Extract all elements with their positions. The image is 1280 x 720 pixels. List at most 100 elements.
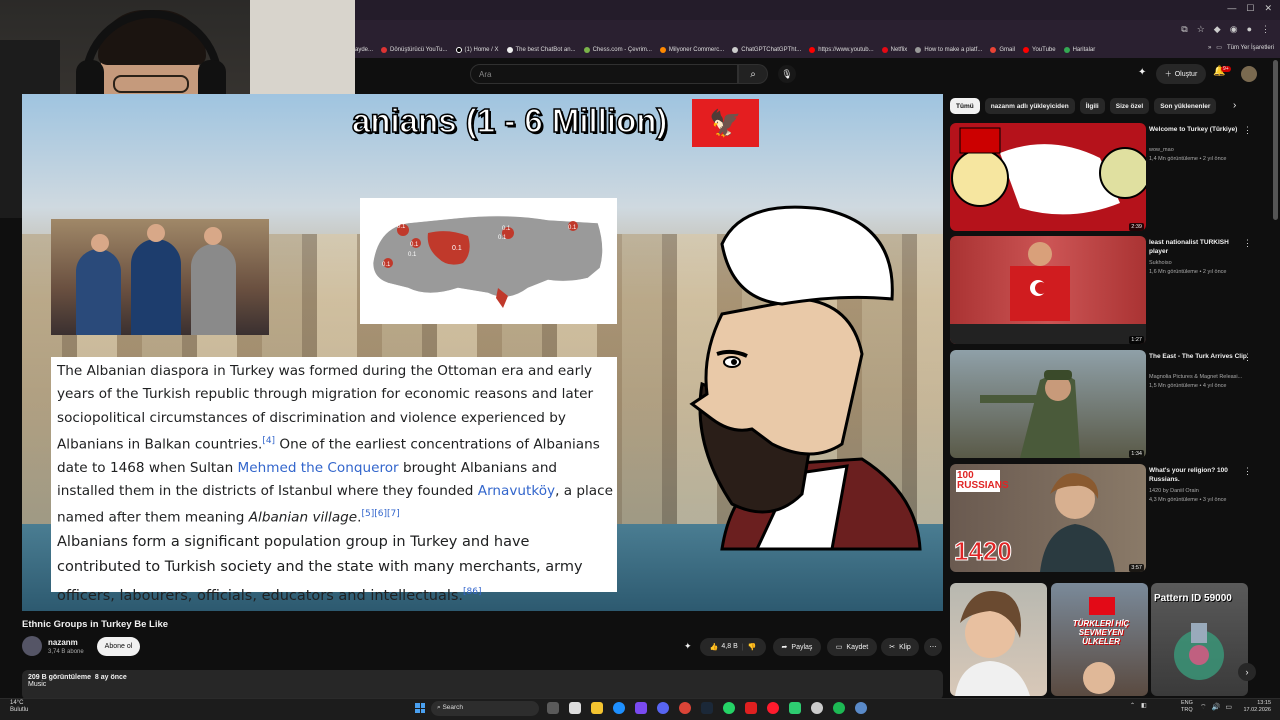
recommendation-title[interactable]: What's your religion? 100 Russians.	[1149, 466, 1249, 484]
spotify-icon[interactable]	[833, 702, 845, 714]
bookmark-item[interactable]: Milyoner Commerc...	[659, 47, 724, 53]
chip-for-you[interactable]: Size özel	[1109, 98, 1150, 114]
minimize-icon[interactable]: —	[1227, 3, 1236, 14]
more-options-icon[interactable]: ⋮	[1243, 238, 1252, 249]
maximize-icon[interactable]: ☐	[1246, 3, 1254, 14]
app-icon[interactable]	[745, 702, 757, 714]
bookmark-item[interactable]: Gmail	[990, 47, 1015, 53]
ai-sparkle-icon[interactable]: ✦	[684, 641, 692, 652]
voice-search-button[interactable]: 🎙	[778, 65, 796, 83]
recommendation-channel[interactable]: Magnolia Pictures & Magnet Releasi...	[1149, 374, 1242, 380]
bookmark-item[interactable]: ayde...	[355, 47, 373, 53]
cast-icon[interactable]: ✦	[1138, 67, 1146, 78]
save-button[interactable]: ▭ Kaydet	[827, 638, 877, 656]
subscribe-button[interactable]: Abone ol	[97, 637, 140, 656]
channel-avatar[interactable]	[22, 636, 42, 656]
whatsapp-icon[interactable]	[723, 702, 735, 714]
more-options-icon[interactable]: ⋮	[1243, 125, 1252, 136]
search-input[interactable]: Ara	[470, 64, 738, 84]
menu-icon[interactable]: ⋮	[1261, 24, 1270, 35]
steam-icon[interactable]	[701, 702, 713, 714]
search-button[interactable]: ⌕	[738, 64, 768, 84]
battery-icon[interactable]: ▭	[1225, 703, 1232, 712]
windows-start-icon[interactable]	[415, 703, 425, 713]
bookmark-item[interactable]: The best ChatBot an...	[506, 47, 576, 53]
taskbar-search[interactable]: ⌕ Search	[431, 701, 539, 716]
task-view-icon[interactable]	[547, 702, 559, 714]
short-thumbnail[interactable]: TÜRKLERİ HİÇ SEVMEYEN ÜLKELER	[1051, 583, 1148, 696]
short-thumbnail[interactable]: Pattern ID 59000	[1151, 583, 1248, 696]
cast-icon[interactable]: ⧉	[1181, 24, 1187, 35]
app-icon[interactable]	[855, 702, 867, 714]
bookmark-item[interactable]: Netflix	[881, 47, 907, 53]
network-icon[interactable]: ⌔	[1200, 703, 1207, 712]
weather-widget[interactable]: 14°C Bulutlu	[10, 700, 28, 714]
recommendation-title[interactable]: Welcome to Turkey (Türkiye)	[1149, 125, 1249, 134]
profile-icon[interactable]: ●	[1247, 24, 1252, 35]
language-indicator[interactable]: ENG TRQ	[1181, 700, 1193, 714]
bookmark-item[interactable]: Dönüştürücü YouTu...	[381, 47, 448, 53]
bookmark-item[interactable]: YouTube	[1023, 47, 1056, 53]
bookmark-item[interactable]: Haritalar	[1063, 47, 1095, 53]
chevron-right-icon[interactable]: ›	[1233, 100, 1236, 111]
app-icon[interactable]	[811, 702, 823, 714]
create-button[interactable]: ＋ Oluştur	[1156, 64, 1206, 84]
chip-recently-uploaded[interactable]: Son yüklenenler	[1154, 98, 1217, 114]
chip-related[interactable]: İlgili	[1079, 98, 1105, 114]
discord-icon[interactable]	[657, 702, 669, 714]
file-explorer-icon[interactable]	[591, 702, 603, 714]
video-thumbnail[interactable]: 1420 100 RUSSIANS 3:57	[950, 464, 1146, 572]
app-tray-icon[interactable]: ◧	[1141, 702, 1147, 709]
recommendation-title[interactable]: least nationalist TURKISH player	[1149, 238, 1249, 256]
bookmarks-more-button[interactable]: »	[1208, 45, 1211, 51]
extension-icon[interactable]: ◆	[1214, 24, 1221, 35]
recommendation-item[interactable]: 1:27 least nationalist TURKISH player Su…	[950, 236, 1270, 346]
share-button[interactable]: ➦ Paylaş	[773, 638, 821, 656]
bookmark-item[interactable]: Chess.com - Çevrim...	[583, 47, 652, 53]
opera-icon[interactable]	[767, 702, 779, 714]
notification-badge: 9+	[1221, 66, 1231, 72]
app-icon[interactable]	[789, 702, 801, 714]
chip-from-uploader[interactable]: nazanm adlı yükleyiciden	[984, 98, 1075, 114]
recommendation-title[interactable]: The East - The Turk Arrives Clip	[1149, 352, 1249, 361]
video-thumbnail[interactable]: 2:39	[950, 123, 1146, 231]
chevron-up-icon[interactable]: ⌃	[1130, 702, 1135, 709]
video-player[interactable]: anians (1 - 6 Million) 🦅 0.1 0.1 0.1 0.1…	[22, 94, 943, 611]
all-bookmarks-button[interactable]: Tüm Yer İşaretleri	[1227, 45, 1274, 51]
recommendation-item[interactable]: 1:34 The East - The Turk Arrives Clip Ma…	[950, 350, 1270, 460]
dislike-button[interactable]: 👎	[748, 643, 757, 651]
recommendation-item[interactable]: 2:39 Welcome to Turkey (Türkiye) wow_mao…	[950, 123, 1270, 233]
short-thumbnail[interactable]	[950, 583, 1047, 696]
recommendation-item[interactable]: 1420 100 RUSSIANS 3:57 What's your relig…	[950, 464, 1270, 574]
clock[interactable]: 13:15 17.02.2026	[1241, 700, 1271, 714]
scrollbar[interactable]	[1273, 60, 1278, 220]
description-box[interactable]: 209 B görüntüleme 8 ay önce Music	[22, 670, 943, 700]
clip-button[interactable]: ✂ Klip	[881, 638, 919, 656]
bookmark-item[interactable]: How to make a platf...	[915, 47, 982, 53]
recommendation-channel[interactable]: wow_mao	[1149, 147, 1174, 153]
more-actions-button[interactable]: ⋯	[924, 638, 942, 656]
bookmark-star-icon[interactable]: ☆	[1197, 24, 1205, 35]
close-icon[interactable]: ✕	[1264, 3, 1272, 14]
video-thumbnail[interactable]: 1:27	[950, 236, 1146, 344]
recommendation-channel[interactable]: Sukhoiso	[1149, 260, 1172, 266]
bookmark-item[interactable]: ChatGPTChatGPTht...	[732, 47, 801, 53]
like-button[interactable]: 👍 4,8 B	[710, 643, 738, 651]
extension-icon[interactable]: ◉	[1230, 24, 1238, 35]
bookmark-item[interactable]: https://www.youtub...	[809, 47, 874, 53]
more-options-icon[interactable]: ⋮	[1243, 352, 1252, 363]
store-icon[interactable]	[635, 702, 647, 714]
more-options-icon[interactable]: ⋮	[1243, 466, 1252, 477]
edge-icon[interactable]	[613, 702, 625, 714]
file-icon[interactable]	[569, 702, 581, 714]
volume-icon[interactable]: 🔊	[1212, 703, 1221, 712]
recommendation-channel[interactable]: 1420 by Daniil Orain	[1149, 488, 1199, 494]
chip-all[interactable]: Tümü	[950, 98, 980, 114]
avatar[interactable]	[1241, 66, 1257, 82]
video-thumbnail[interactable]: 1:34	[950, 350, 1146, 458]
bookmark-item[interactable]: (1) Home / X	[455, 47, 499, 53]
bookmarks-right: » ▭ Tüm Yer İşaretleri	[1208, 44, 1274, 52]
channel-name[interactable]: nazanm	[48, 638, 78, 647]
chevron-right-icon[interactable]: ›	[1238, 663, 1256, 681]
chrome-icon[interactable]	[679, 702, 691, 714]
